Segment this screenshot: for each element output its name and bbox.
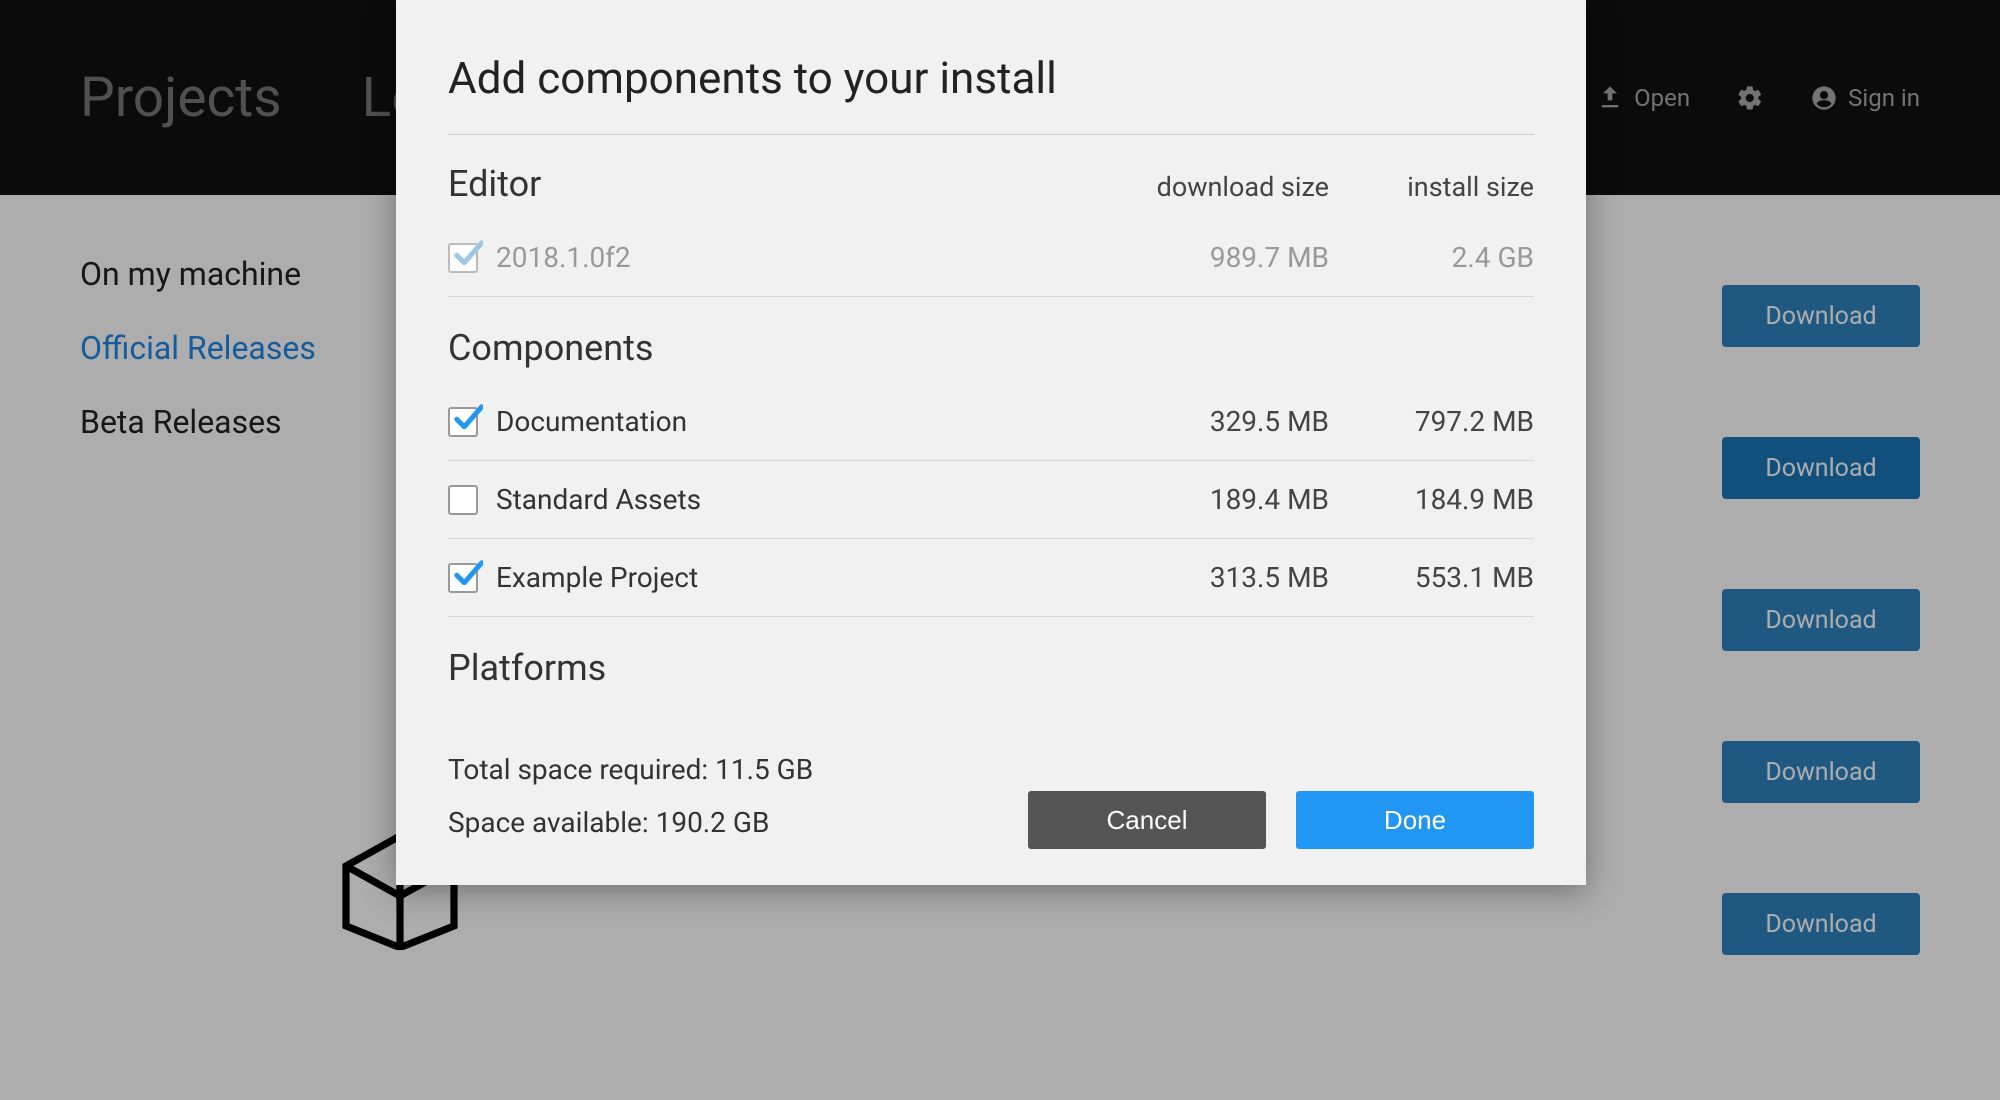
section-components-title: Components [448, 327, 1534, 369]
editor-row: 2018.1.0f2 989.7 MB 2.4 GB [448, 219, 1534, 297]
section-editor-title: Editor [448, 163, 541, 205]
component-download-size: 329.5 MB [1129, 405, 1329, 438]
component-label: Documentation [496, 405, 687, 438]
add-components-dialog: Add components to your install Editor do… [396, 0, 1586, 885]
editor-version-label: 2018.1.0f2 [496, 241, 631, 274]
section-platforms-title: Platforms [448, 647, 1534, 689]
component-label: Standard Assets [496, 483, 701, 516]
cancel-button[interactable]: Cancel [1028, 791, 1266, 849]
editor-install-size: 2.4 GB [1329, 241, 1534, 274]
component-row-standard-assets[interactable]: Standard Assets 189.4 MB 184.9 MB [448, 461, 1534, 539]
done-button[interactable]: Done [1296, 791, 1534, 849]
total-space-required: Total space required: 11.5 GB [448, 743, 813, 796]
column-install-size: install size [1379, 171, 1534, 203]
space-available: Space available: 190.2 GB [448, 796, 813, 849]
component-label: Example Project [496, 561, 698, 594]
documentation-checkbox[interactable] [448, 407, 478, 437]
example-project-checkbox[interactable] [448, 563, 478, 593]
component-row-example-project[interactable]: Example Project 313.5 MB 553.1 MB [448, 539, 1534, 617]
editor-download-size: 989.7 MB [1129, 241, 1329, 274]
editor-checkbox [448, 243, 478, 273]
dialog-title: Add components to your install [448, 52, 1534, 104]
component-install-size: 553.1 MB [1329, 561, 1534, 594]
component-download-size: 189.4 MB [1129, 483, 1329, 516]
component-download-size: 313.5 MB [1129, 561, 1329, 594]
component-install-size: 797.2 MB [1329, 405, 1534, 438]
component-install-size: 184.9 MB [1329, 483, 1534, 516]
component-row-documentation[interactable]: Documentation 329.5 MB 797.2 MB [448, 383, 1534, 461]
column-download-size: download size [1129, 171, 1329, 203]
standard-assets-checkbox[interactable] [448, 485, 478, 515]
